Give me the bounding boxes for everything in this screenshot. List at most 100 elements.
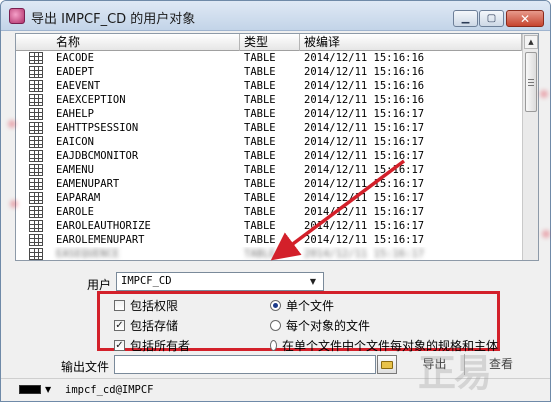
scroll-up-icon: ▲ xyxy=(528,38,534,46)
output-file-input[interactable] xyxy=(114,355,376,374)
checkbox-box[interactable]: ✓ xyxy=(114,340,125,351)
table-row[interactable]: EAPARAM TABLE 2014/12/11 15:16:17 xyxy=(16,191,522,205)
color-swatch[interactable] xyxy=(19,385,41,394)
table-row[interactable]: EAMENU TABLE 2014/12/11 15:16:17 xyxy=(16,163,522,177)
table-icon xyxy=(29,150,43,162)
radio-label: 在单个文件中个文件每对象的规格和主体 xyxy=(281,339,498,353)
table-row[interactable]: EAROLEAUTHORIZE TABLE 2014/12/11 15:16:17 xyxy=(16,219,522,233)
cell-name: EAHELP xyxy=(56,108,94,120)
row-header xyxy=(16,233,52,247)
cell-compiled: 2014/12/11 15:16:17 xyxy=(304,206,425,218)
cell-compiled: 2014/12/11 15:16:17 xyxy=(304,248,425,260)
table-row[interactable]: EAEVENT TABLE 2014/12/11 15:16:16 xyxy=(16,79,522,93)
cell-compiled: 2014/12/11 15:16:17 xyxy=(304,122,425,134)
radio-button[interactable] xyxy=(270,300,281,311)
connection-status: impcf_cd@IMPCF xyxy=(65,384,154,396)
cell-compiled: 2014/12/11 15:16:16 xyxy=(304,94,425,106)
table-row[interactable]: EAICON TABLE 2014/12/11 15:16:17 xyxy=(16,135,522,149)
app-icon xyxy=(9,8,25,24)
close-button[interactable]: ✕ xyxy=(506,10,544,27)
cell-name: EADEPT xyxy=(56,66,94,78)
table-row[interactable]: EAROLE TABLE 2014/12/11 15:16:17 xyxy=(16,205,522,219)
table-icon xyxy=(29,94,43,106)
cell-type: TABLE xyxy=(244,108,276,120)
column-header-type[interactable]: 类型 xyxy=(240,34,300,51)
title-bar[interactable]: 导出 IMPCF_CD 的用户对象 ▁ ▢ ✕ xyxy=(1,1,550,31)
row-header xyxy=(16,191,52,205)
user-dropdown-value: IMPCF_CD xyxy=(121,275,172,287)
cell-type: TABLE xyxy=(244,164,276,176)
column-header-name[interactable]: 名称 xyxy=(52,34,240,51)
table-row[interactable]: EASEQUENCE TABLE 2014/12/11 15:16:17 xyxy=(16,247,522,260)
radio-button[interactable] xyxy=(270,340,277,351)
table-icon xyxy=(29,206,43,218)
table-icon xyxy=(29,164,43,176)
checkbox-include-owner[interactable]: ✓ 包括所有者 xyxy=(114,337,190,354)
cell-type: TABLE xyxy=(244,206,276,218)
grid-header: 名称 类型 被编译 xyxy=(16,34,522,51)
cell-name: EAJDBCMONITOR xyxy=(56,150,139,162)
table-row[interactable]: EAHELP TABLE 2014/12/11 15:16:17 xyxy=(16,107,522,121)
radio-spec-and-body-in-single-file[interactable]: 在单个文件中个文件每对象的规格和主体 xyxy=(270,337,498,354)
row-header xyxy=(16,247,52,260)
objects-grid[interactable]: 名称 类型 被编译 EACODE TABLE 2014/12/11 15:16:16… xyxy=(15,33,539,261)
chevron-down-icon[interactable]: ▼ xyxy=(45,385,51,394)
row-header xyxy=(16,205,52,219)
row-header xyxy=(16,51,52,65)
grip-line xyxy=(528,85,534,86)
scroll-up-button[interactable]: ▲ xyxy=(524,35,538,49)
table-icon xyxy=(29,178,43,190)
table-icon xyxy=(29,192,43,204)
export-button[interactable]: 导出 xyxy=(405,354,465,375)
table-row[interactable]: EAHTTPSESSION TABLE 2014/12/11 15:16:17 xyxy=(16,121,522,135)
cell-name: EAICON xyxy=(56,136,94,148)
cell-name: EAPARAM xyxy=(56,192,101,204)
cell-type: TABLE xyxy=(244,122,276,134)
table-icon xyxy=(29,108,43,120)
row-header xyxy=(16,219,52,233)
table-row[interactable]: EAMENUPART TABLE 2014/12/11 15:16:17 xyxy=(16,177,522,191)
vertical-scrollbar[interactable]: ▲ xyxy=(522,34,538,260)
checkbox-box[interactable] xyxy=(114,300,125,311)
chevron-down-icon[interactable]: ▼ xyxy=(306,274,320,289)
cell-compiled: 2014/12/11 15:16:17 xyxy=(304,164,425,176)
cell-name: EASEQUENCE xyxy=(56,248,120,260)
radio-file-per-object[interactable]: 每个对象的文件 xyxy=(270,317,370,334)
checkbox-box[interactable]: ✓ xyxy=(114,320,125,331)
folder-icon xyxy=(381,361,393,369)
window-title: 导出 IMPCF_CD 的用户对象 xyxy=(31,12,196,27)
cell-type: TABLE xyxy=(244,234,276,246)
checkbox-include-privileges[interactable]: 包括权限 xyxy=(114,297,178,314)
radio-button[interactable] xyxy=(270,320,281,331)
table-icon xyxy=(29,234,43,246)
row-header xyxy=(16,163,52,177)
cell-name: EAEVENT xyxy=(56,80,101,92)
close-icon: ✕ xyxy=(519,11,531,26)
minimize-button[interactable]: ▁ xyxy=(453,10,478,27)
table-row[interactable]: EAEXCEPTION TABLE 2014/12/11 15:16:16 xyxy=(16,93,522,107)
radio-label: 单个文件 xyxy=(286,299,335,313)
cell-type: TABLE xyxy=(244,94,276,106)
browse-folder-button[interactable] xyxy=(377,355,397,374)
user-dropdown[interactable]: IMPCF_CD ▼ xyxy=(116,272,324,291)
row-header xyxy=(16,93,52,107)
maximize-button[interactable]: ▢ xyxy=(479,10,504,27)
table-row[interactable]: EAROLEMENUPART TABLE 2014/12/11 15:16:17 xyxy=(16,233,522,247)
column-header-compiled[interactable]: 被编译 xyxy=(300,34,522,51)
cell-type: TABLE xyxy=(244,178,276,190)
scroll-thumb[interactable] xyxy=(525,52,537,112)
table-icon xyxy=(29,80,43,92)
cell-type: TABLE xyxy=(244,66,276,78)
row-header xyxy=(16,121,52,135)
table-row[interactable]: EADEPT TABLE 2014/12/11 15:16:16 xyxy=(16,65,522,79)
cell-compiled: 2014/12/11 15:16:17 xyxy=(304,136,425,148)
row-header xyxy=(16,135,52,149)
table-row[interactable]: EACODE TABLE 2014/12/11 15:16:16 xyxy=(16,51,522,65)
checkbox-include-storage[interactable]: ✓ 包括存储 xyxy=(114,317,178,334)
grip-line xyxy=(528,82,534,83)
table-icon xyxy=(29,220,43,232)
view-button[interactable]: 查看 xyxy=(471,354,531,375)
cell-name: EAROLEMENUPART xyxy=(56,234,145,246)
table-row[interactable]: EAJDBCMONITOR TABLE 2014/12/11 15:16:17 xyxy=(16,149,522,163)
radio-single-file[interactable]: 单个文件 xyxy=(270,297,334,314)
